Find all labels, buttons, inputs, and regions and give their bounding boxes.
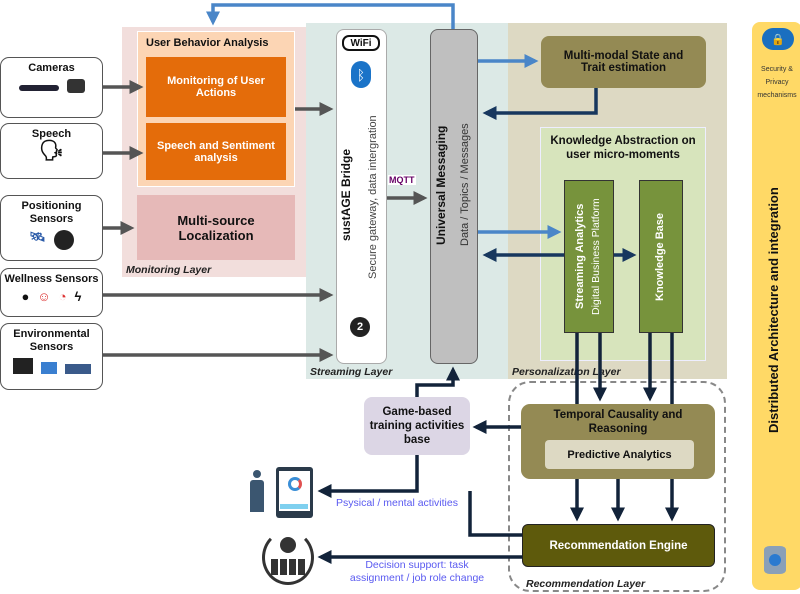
connector-arrows — [103, 3, 679, 564]
